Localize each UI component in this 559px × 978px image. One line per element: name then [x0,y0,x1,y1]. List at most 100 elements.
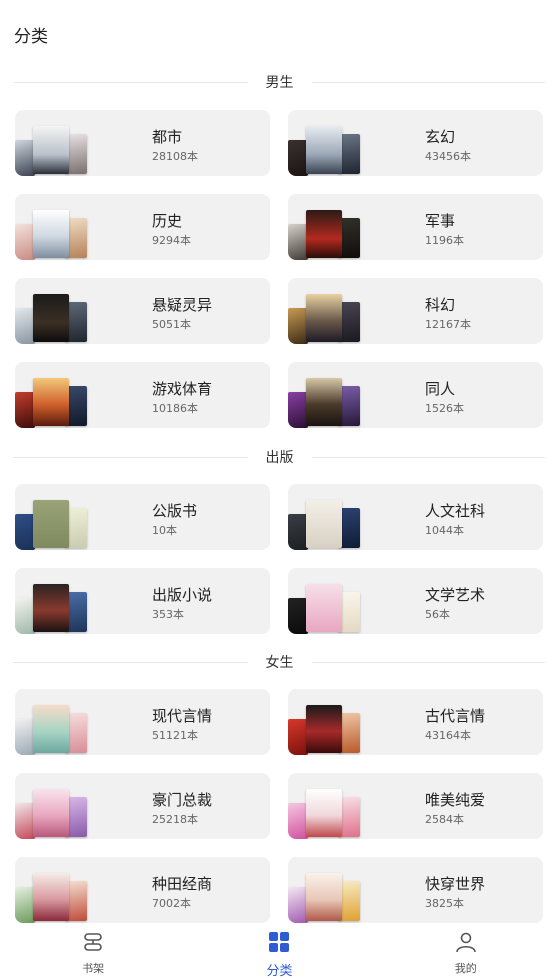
category-card-xiandai[interactable]: 现代言情 51121本 [15,689,270,755]
section-title: 女生 [265,655,294,671]
book-covers [15,194,87,260]
page-title: 分类 [14,27,48,47]
tab-profile[interactable]: 我的 [373,924,559,978]
book-covers [288,362,360,428]
book-covers [15,689,87,755]
category-count: 5051本 [152,318,191,331]
book-cover [288,392,308,428]
category-count: 43164本 [425,729,471,742]
user-icon [454,930,478,958]
book-cover [288,719,308,755]
book-covers [15,362,87,428]
book-covers [15,773,87,839]
category-card-weimei[interactable]: 唯美纯爱 2584本 [288,773,543,839]
book-cover [288,514,308,550]
book-covers [15,857,87,923]
category-card-youxi[interactable]: 游戏体育 10186本 [15,362,270,428]
section-title: 出版 [265,450,294,466]
category-count: 7002本 [152,897,191,910]
category-card-xuanhuan[interactable]: 玄幻 43456本 [288,110,543,176]
category-name: 古代言情 [425,707,486,725]
category-name: 悬疑灵异 [152,296,213,314]
category-card-lishi[interactable]: 历史 9294本 [15,194,270,260]
category-count: 1044本 [425,524,464,537]
book-cover [306,584,342,632]
category-count: 12167本 [425,318,471,331]
book-covers [288,857,360,923]
category-count: 28108本 [152,150,198,163]
category-card-chubanxiaoshuo[interactable]: 出版小说 353本 [15,568,270,634]
bookshelf-icon [81,930,105,958]
book-cover [306,378,342,426]
category-count: 10本 [152,524,177,537]
bottom-tab-bar: 书架 分类 我的 [0,924,559,978]
book-covers [15,484,87,550]
category-name: 出版小说 [152,586,213,604]
book-cover [288,140,308,176]
book-cover [15,719,35,755]
category-count: 1196本 [425,234,464,247]
book-covers [15,110,87,176]
category-card-haomen[interactable]: 豪门总裁 25218本 [15,773,270,839]
book-cover [33,705,69,753]
category-name: 现代言情 [152,707,213,725]
category-name: 文学艺术 [425,586,486,604]
grid-icon [267,930,291,958]
book-cover [288,308,308,344]
tab-bookshelf[interactable]: 书架 [0,924,186,978]
category-card-renwen[interactable]: 人文社科 1044本 [288,484,543,550]
category-card-kuaichuan[interactable]: 快穿世界 3825本 [288,857,543,923]
book-cover [33,500,69,548]
book-cover [15,887,35,923]
category-name: 同人 [425,380,456,398]
divider [14,456,248,458]
book-covers [288,689,360,755]
category-card-gongbanshu[interactable]: 公版书 10本 [15,484,270,550]
book-cover [33,378,69,426]
category-card-gudai[interactable]: 古代言情 43164本 [288,689,543,755]
tab-category[interactable]: 分类 [186,924,372,978]
category-name: 玄幻 [425,128,456,146]
divider [311,81,545,83]
book-cover [33,210,69,258]
book-cover [15,392,35,428]
category-name: 科幻 [425,296,456,314]
category-name: 历史 [152,212,183,230]
divider [14,661,248,663]
category-count: 56本 [425,608,450,621]
category-count: 9294本 [152,234,191,247]
category-name: 人文社科 [425,502,486,520]
divider [14,81,248,83]
tab-label: 分类 [266,964,293,978]
category-card-kehuan[interactable]: 科幻 12167本 [288,278,543,344]
book-cover [288,598,308,634]
category-card-xuanyi[interactable]: 悬疑灵异 5051本 [15,278,270,344]
book-cover [33,294,69,342]
book-covers [288,773,360,839]
book-covers [288,110,360,176]
category-count: 43456本 [425,150,471,163]
category-card-dushi[interactable]: 都市 28108本 [15,110,270,176]
book-covers [15,568,87,634]
section-header-male: 男生 [14,72,545,92]
book-cover [15,308,35,344]
section-header-female: 女生 [14,652,545,672]
category-card-junshi[interactable]: 军事 1196本 [288,194,543,260]
book-cover [306,705,342,753]
category-name: 游戏体育 [152,380,213,398]
category-count: 3825本 [425,897,464,910]
category-card-wenxue[interactable]: 文学艺术 56本 [288,568,543,634]
category-name: 豪门总裁 [152,791,213,809]
section-header-publish: 出版 [14,447,545,467]
book-covers [15,278,87,344]
divider [311,456,545,458]
category-count: 51121本 [152,729,198,742]
book-cover [33,584,69,632]
category-card-tongren[interactable]: 同人 1526本 [288,362,543,428]
category-name: 种田经商 [152,875,213,893]
book-cover [306,500,342,548]
category-name: 军事 [425,212,456,230]
category-card-zhongtian[interactable]: 种田经商 7002本 [15,857,270,923]
book-cover [15,514,35,550]
section-title: 男生 [265,75,294,91]
